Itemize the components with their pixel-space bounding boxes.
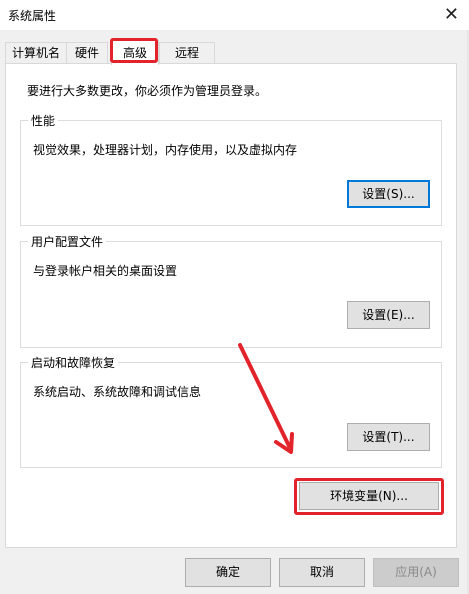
red-arrow-icon — [238, 343, 294, 454]
ok-button[interactable]: 确定 — [185, 558, 271, 587]
apply-button[interactable]: 应用(A) — [373, 558, 459, 587]
tab-highlight-box — [110, 38, 158, 63]
cancel-button[interactable]: 取消 — [279, 558, 365, 587]
